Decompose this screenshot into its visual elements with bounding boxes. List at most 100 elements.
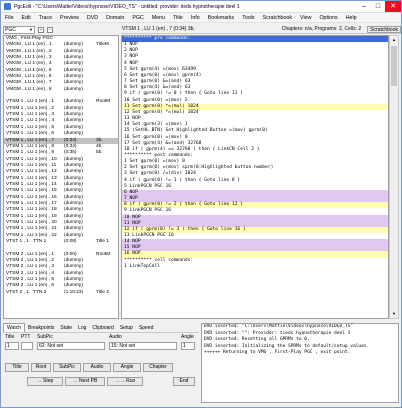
title-field[interactable]: 1	[5, 342, 19, 350]
menu-item-tools[interactable]: Tools	[238, 15, 258, 21]
pgc-header-chapters: Chapters: n/a, Programs: 2, Cells: 2	[281, 26, 362, 32]
ptt-field[interactable]	[21, 342, 33, 350]
collapse-icon[interactable]: −	[47, 26, 53, 33]
pgc-cell-c1: VMGM , LU 1 (en) , 3	[6, 55, 52, 61]
tab-watch[interactable]: Watch	[3, 323, 25, 332]
tab-state[interactable]: State	[57, 325, 75, 331]
app-window: PgcEdit - "C:\Users\Mattie\Videos\hypnos…	[0, 0, 402, 408]
chapter-button[interactable]: Chapter	[143, 363, 173, 372]
menu-item-edit[interactable]: Edit	[18, 15, 35, 21]
pgc-cell-c1: VTSM 1 , LU 1 (en) , 1	[6, 99, 54, 105]
scroll-thumb[interactable]	[391, 46, 397, 86]
menu-item-scratchbook[interactable]: Scratchbook	[259, 15, 296, 21]
log-area[interactable]: DVD inserted: "C:\Users\Mattie\Videos\hy…	[201, 323, 399, 403]
pgc-cell-c1: VTSM 1 , LU 1 (en) , 6	[6, 131, 54, 137]
pgc-cell-c1: VMGM , LU 1 (en) , 8	[6, 86, 52, 92]
scroll-up-icon[interactable]: ▲	[390, 36, 398, 44]
tab-setup[interactable]: Setup	[117, 325, 136, 331]
angle-button[interactable]: Angle	[113, 363, 141, 372]
pgc-cell-c1: VTSM 1 , LU 1 (en) , 9	[6, 150, 54, 156]
pgc-cell-c1: VTSM 1 , LU 1 (en) , 13	[6, 175, 57, 181]
pgc-cell-c1: VMGM , LU 1 (en) , 2	[6, 48, 52, 54]
domain-select[interactable]: PGC ▼	[3, 25, 35, 34]
pgc-cell-c1: VTSM 1 , LU 1 (en) , 22	[6, 232, 57, 238]
pgc-cell-c1: VTSM 1 , LU 1 (en) , 5	[6, 124, 54, 130]
pgc-cell-c3: (1:10:23)	[64, 289, 84, 295]
pgc-cell-c1: VMG , First-Play PGC	[6, 36, 53, 41]
menu-item-view[interactable]: View	[296, 15, 315, 21]
end-button[interactable]: End	[173, 377, 195, 386]
angle-field[interactable]: 1	[181, 342, 195, 350]
pgc-list-item[interactable]: VTST 2 , 1 TTN 2 (1:10:23) Title 2	[4, 290, 118, 296]
pgc-cell-c1: VTSM 1 , LU 1 (en) , 19	[6, 213, 57, 219]
audio-label: Audio	[109, 334, 122, 340]
menu-item-menu[interactable]: Menu	[148, 15, 169, 21]
menu-item-dvd[interactable]: DVD	[83, 15, 102, 21]
close-button[interactable]: ✕	[385, 1, 401, 12]
pgc-cell-c1: VTSM 1 , LU 1 (en) , 14	[6, 181, 57, 187]
run-button[interactable]: →→ Run	[107, 377, 143, 386]
command-line[interactable]: 1 LinkTopCell	[122, 264, 388, 270]
pgc-cell-c1: VTSM 2 , LU 1 (en) , 4	[6, 270, 54, 276]
ptt-label: PTT	[21, 334, 31, 340]
command-list[interactable]: ********** pre commands: 1 NOP 2 NOP 3 N…	[121, 35, 389, 319]
pgc-cell-c1: VTSM 1 , LU 1 (en) , 15	[6, 188, 57, 194]
title-button[interactable]: Title	[5, 363, 29, 372]
log-line: DVD inserted: Resetting all GPRMs to 0.	[204, 337, 310, 343]
pgc-list[interactable]: VMG , First-Play PGC VMGM , LU 1 (en) , 1…	[3, 35, 119, 319]
tab-scratchbook[interactable]: Scratchbook	[367, 25, 401, 33]
pgc-cell-c1: VMGM , LU 1 (en) , 7	[6, 80, 52, 86]
next-pb-button[interactable]: → Next PB	[65, 377, 105, 386]
scroll-down-icon[interactable]: ▼	[390, 310, 398, 318]
pgc-header-title: VTSM 1 , LU 1 (en) , 7 (0:34) 3b.	[122, 26, 195, 32]
title-bar: PgcEdit - "C:\Users\Mattie\Videos\hypnos…	[1, 1, 401, 13]
pgc-cell-c1: VTSM 1 , LU 1 (en) , 21	[6, 226, 57, 232]
menu-bar: File Edit Trace Preview DVD Domain PGC Menu Titl…	[1, 13, 401, 23]
maximize-button[interactable]: □	[371, 1, 385, 12]
tab-log[interactable]: Log	[75, 325, 89, 331]
minimize-button[interactable]: –	[357, 1, 371, 12]
pgc-cell-c1: VTSM 2 , LU 1 (en) , 5	[6, 277, 54, 283]
menu-item-file[interactable]: File	[1, 15, 18, 21]
tab-breakpoints[interactable]: Breakpoints	[25, 325, 57, 331]
audio-button[interactable]: Audio	[83, 363, 111, 372]
menu-item-preview[interactable]: Preview	[56, 15, 83, 21]
menu-item-pgc[interactable]: PGC	[128, 15, 147, 21]
log-line: DVD inserted: "C:\Users\Mattie\Videos\hy…	[204, 324, 354, 329]
subpic-label: SubPic	[37, 334, 53, 340]
pgc-cell-c1: VTSM 2 , LU 1 (en) , 3	[6, 264, 54, 270]
pgc-cell-c1: VMGM , LU 1 (en) , 6	[6, 74, 52, 80]
pgc-cell-c1: VTSM 1 , LU 1 (en) , 2	[6, 105, 54, 111]
menu-item-info[interactable]: Info	[187, 15, 204, 21]
command-scrollbar[interactable]: ▲ ▼	[389, 35, 399, 319]
register-panel: Title PTT SubPic Audio Angle 1 62: Not s…	[3, 334, 199, 406]
pgc-cell-c1: VTSM 2 , LU 1 (en) , 6	[6, 283, 54, 289]
step-button[interactable]: → Step	[27, 377, 63, 386]
pgc-cell-c4: Title 2	[96, 289, 109, 295]
pgc-cell-c1: VTST 2 , 1	[6, 289, 29, 295]
tab-speed[interactable]: Speed	[136, 325, 156, 331]
root-button[interactable]: Root	[31, 363, 51, 372]
menu-item-bookmarks[interactable]: Bookmarks	[204, 15, 239, 21]
pgc-cell-c1: VTSM 1 , LU 1 (en) , 17	[6, 200, 57, 206]
pgc-cell-c2: TTN 2	[33, 289, 47, 295]
menu-item-trace[interactable]: Trace	[35, 15, 56, 21]
tab-clipboard[interactable]: Clipboard	[89, 325, 116, 331]
expand-icon[interactable]: +	[38, 26, 44, 33]
subpic-button[interactable]: SubPic	[53, 363, 81, 372]
menu-item-options[interactable]: Options	[315, 15, 341, 21]
chevron-down-icon: ▼	[29, 26, 33, 32]
angle-label: Angle	[181, 334, 194, 340]
menu-item-title[interactable]: Title	[169, 15, 187, 21]
pgc-cell-c1: VTSM 1 , LU 1 (en) , 8	[6, 143, 54, 149]
audio-field[interactable]: 15: Not set	[109, 342, 177, 350]
domain-select-value: PGC	[5, 26, 16, 33]
pgc-header: VTSM 1 , LU 1 (en) , 7 (0:34) 3b. Chapte…	[121, 25, 401, 34]
pgc-cell-c1: VTSM 1 , LU 1 (en) , 3	[6, 112, 54, 118]
subpic-field[interactable]: 62: Not set	[37, 342, 105, 350]
log-line: ++++++ Returning to VMG , First-Play PGC…	[204, 350, 351, 356]
menu-item-help[interactable]: Help	[342, 15, 361, 21]
menu-item-domain[interactable]: Domain	[102, 15, 128, 21]
pgc-cell-c1: VTSM 1 , LU 1 (en) , 11	[6, 162, 57, 168]
title-label: Title	[5, 334, 15, 340]
